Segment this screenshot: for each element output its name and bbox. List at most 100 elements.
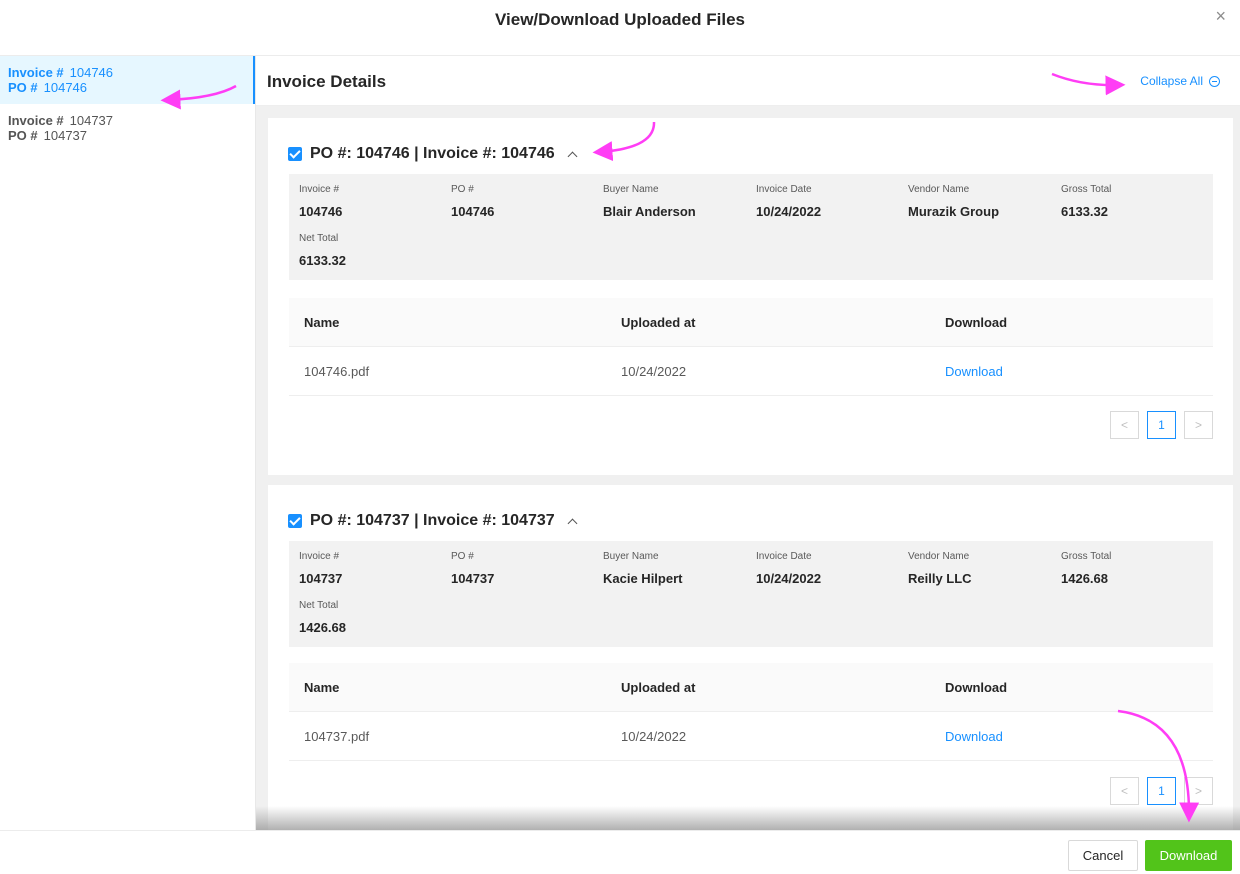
sidebar-item-invoice-104737[interactable]: Invoice #104737 PO #104737 xyxy=(0,104,255,152)
panel-header: Invoice Details Collapse All xyxy=(256,56,1240,106)
file-name: 104737.pdf xyxy=(304,729,370,744)
collapse-all-button[interactable]: Collapse All xyxy=(1140,74,1220,88)
sidebar-po-line: PO # 104737 xyxy=(8,128,247,143)
pagination-next-icon[interactable]: > xyxy=(1184,411,1213,439)
pagination-next-icon[interactable]: > xyxy=(1184,777,1213,805)
sidebar-po-value: 104746 xyxy=(43,80,88,95)
panel-title: Invoice Details xyxy=(267,72,387,91)
field-label: Buyer Name xyxy=(603,184,659,195)
field-gross-total: Gross Total 1426.68 xyxy=(1061,551,1211,586)
invoice-details-grid: Invoice # 104746 PO # 104746 Buyer Name Bla… xyxy=(289,174,1213,280)
field-po-number: PO # 104746 xyxy=(451,184,601,219)
field-invoice-number: Invoice # 104737 xyxy=(299,551,449,586)
field-label: Invoice Date xyxy=(756,551,812,562)
field-label: Gross Total xyxy=(1061,551,1112,562)
sidebar-invoice-label: Invoice # xyxy=(8,113,64,128)
field-value: 6133.32 xyxy=(1061,204,1108,219)
files-table-header: Name Uploaded at Download xyxy=(289,298,1213,347)
close-icon[interactable]: × xyxy=(1215,6,1226,26)
collapse-all-label: Collapse All xyxy=(1140,74,1203,88)
invoice-details-grid: Invoice # 104737 PO # 104737 Buyer Name Kac… xyxy=(289,541,1213,647)
field-label: PO # xyxy=(451,184,474,195)
chevron-up-icon[interactable] xyxy=(567,518,578,528)
invoice-sidebar: Invoice #104746 PO #104746 Invoice #1047… xyxy=(0,56,256,830)
pagination: < 1 > xyxy=(1110,411,1213,439)
field-value: 104746 xyxy=(299,204,343,219)
pagination-page-1[interactable]: 1 xyxy=(1147,411,1176,439)
field-value: 104737 xyxy=(451,571,495,586)
field-label: Gross Total xyxy=(1061,184,1112,195)
scroll-fade xyxy=(256,806,1240,830)
field-net-total: Net Total 1426.68 xyxy=(299,600,449,635)
field-value: 104746 xyxy=(451,204,495,219)
pagination: < 1 > xyxy=(1110,777,1213,805)
invoice-card: PO #: 104737 | Invoice #: 104737 Invoice… xyxy=(268,485,1233,830)
field-label: Buyer Name xyxy=(603,551,659,562)
field-buyer-name: Buyer Name Blair Anderson xyxy=(603,184,753,219)
field-value: Kacie Hilpert xyxy=(603,571,683,586)
card-title: PO #: 104746 | Invoice #: 104746 xyxy=(310,145,555,162)
column-header-name: Name xyxy=(304,315,340,330)
table-row: 104746.pdf 10/24/2022 Download xyxy=(289,347,1213,396)
sidebar-invoice-line: Invoice # 104746 xyxy=(8,65,245,80)
checkbox-checked-icon[interactable] xyxy=(288,147,302,161)
modal-header: View/Download Uploaded Files × xyxy=(0,0,1240,56)
sidebar-item-invoice-104746[interactable]: Invoice #104746 PO #104746 xyxy=(0,56,255,104)
download-button[interactable]: Download xyxy=(1145,840,1232,871)
field-value: 10/24/2022 xyxy=(756,571,822,586)
field-invoice-date: Invoice Date 10/24/2022 xyxy=(756,551,906,586)
sidebar-invoice-label: Invoice # xyxy=(8,65,64,80)
sidebar-po-label: PO # xyxy=(8,128,38,143)
field-value: 104737 xyxy=(299,571,343,586)
field-invoice-number: Invoice # 104746 xyxy=(299,184,449,219)
invoice-details-panel[interactable]: Invoice Details Collapse All PO #: 10474… xyxy=(256,56,1240,830)
column-header-uploaded: Uploaded at xyxy=(621,315,696,330)
pagination-prev-icon[interactable]: < xyxy=(1110,777,1139,805)
checkbox-checked-icon[interactable] xyxy=(288,514,302,528)
field-label: Invoice Date xyxy=(756,184,812,195)
minus-circle-icon xyxy=(1209,76,1220,87)
field-gross-total: Gross Total 6133.32 xyxy=(1061,184,1211,219)
modal-footer: Cancel Download xyxy=(0,830,1240,874)
field-value: Murazik Group xyxy=(908,204,1000,219)
card-title: PO #: 104737 | Invoice #: 104737 xyxy=(310,512,555,529)
sidebar-po-label: PO # xyxy=(8,80,38,95)
column-header-uploaded: Uploaded at xyxy=(621,680,696,695)
field-label: PO # xyxy=(451,551,474,562)
files-table: Name Uploaded at Download 104746.pdf 10/… xyxy=(289,298,1213,396)
field-po-number: PO # 104737 xyxy=(451,551,601,586)
field-label: Invoice # xyxy=(299,184,340,195)
download-link[interactable]: Download xyxy=(945,729,1003,744)
card-header: PO #: 104737 | Invoice #: 104737 xyxy=(288,511,578,531)
field-label: Net Total xyxy=(299,233,339,244)
field-value: Reilly LLC xyxy=(908,571,972,586)
sidebar-po-value: 104737 xyxy=(43,128,88,143)
sidebar-invoice-value: 104746 xyxy=(69,65,114,80)
column-header-name: Name xyxy=(304,680,340,695)
field-value: 1426.68 xyxy=(299,620,346,635)
file-name: 104746.pdf xyxy=(304,364,370,379)
invoice-card: PO #: 104746 | Invoice #: 104746 Invoice… xyxy=(268,118,1233,475)
sidebar-invoice-value: 104737 xyxy=(69,113,114,128)
field-value: 10/24/2022 xyxy=(756,204,822,219)
field-vendor-name: Vendor Name Reilly LLC xyxy=(908,551,1058,586)
pagination-page-1[interactable]: 1 xyxy=(1147,777,1176,805)
cancel-button[interactable]: Cancel xyxy=(1068,840,1138,871)
file-uploaded-date: 10/24/2022 xyxy=(621,364,687,379)
pagination-prev-icon[interactable]: < xyxy=(1110,411,1139,439)
files-table: Name Uploaded at Download 104737.pdf 10/… xyxy=(289,663,1213,761)
field-vendor-name: Vendor Name Murazik Group xyxy=(908,184,1058,219)
modal-body: Invoice #104746 PO #104746 Invoice #1047… xyxy=(0,56,1240,830)
table-row: 104737.pdf 10/24/2022 Download xyxy=(289,712,1213,761)
field-buyer-name: Buyer Name Kacie Hilpert xyxy=(603,551,753,586)
sidebar-po-line: PO # 104746 xyxy=(8,80,245,95)
card-header: PO #: 104746 | Invoice #: 104746 xyxy=(288,144,578,164)
download-link[interactable]: Download xyxy=(945,364,1003,379)
chevron-up-icon[interactable] xyxy=(567,151,578,161)
field-label: Vendor Name xyxy=(908,551,970,562)
field-label: Net Total xyxy=(299,600,339,611)
field-value: Blair Anderson xyxy=(603,204,696,219)
field-label: Invoice # xyxy=(299,551,340,562)
files-table-header: Name Uploaded at Download xyxy=(289,663,1213,712)
sidebar-invoice-line: Invoice # 104737 xyxy=(8,113,247,128)
